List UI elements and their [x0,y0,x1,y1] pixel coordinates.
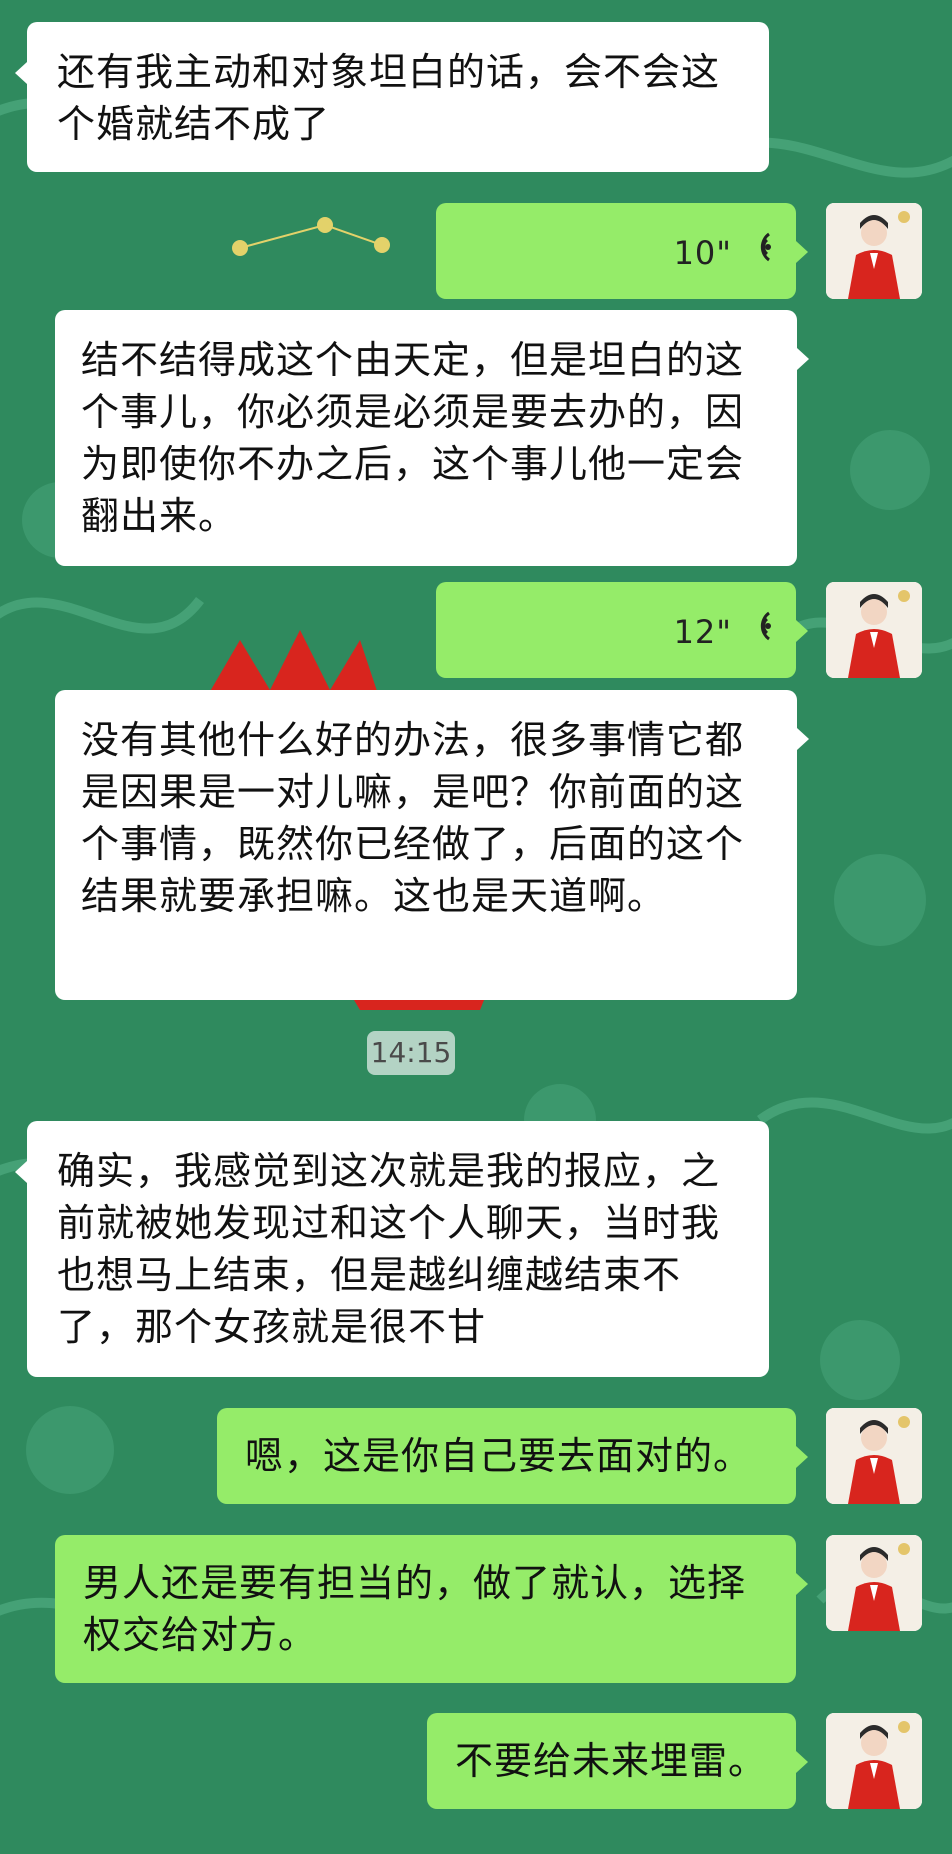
voice-message-bubble[interactable]: 10" [436,203,808,299]
message-text: 结不结得成这个由天定，但是坦白的这个事儿，你必须是必须是要去办的，因为即使你不办… [81,338,745,538]
avatar-portrait-icon [826,582,922,678]
avatar[interactable] [826,203,922,299]
voice-wave-icon [760,611,771,641]
avatar[interactable] [826,1535,922,1631]
message-bubble-outgoing: 没有其他什么好的办法，很多事情它都是因果是一对儿嘛，是吧？你前面的这个事情，既然… [55,690,809,1000]
message-bubble-outgoing: 结不结得成这个由天定，但是坦白的这个事儿，你必须是必须是要去办的，因为即使你不办… [55,310,809,566]
message-text: 嗯，这是你自己要去面对的。 [245,1434,753,1478]
message-text: 男人还是要有担当的，做了就认，选择权交给对方。 [83,1561,747,1657]
voice-duration: 12" [673,613,732,651]
avatar[interactable] [826,1408,922,1504]
voice-wave-icon [760,232,771,262]
message-bubble-outgoing: 男人还是要有担当的，做了就认，选择权交给对方。 [55,1535,808,1683]
voice-message-bubble[interactable]: 12" [436,582,808,678]
message-timestamp: 14:15 [367,1031,455,1075]
avatar-portrait-icon [826,1408,922,1504]
message-bubble-outgoing: 不要给未来埋雷。 [427,1713,808,1809]
avatar[interactable] [826,1713,922,1809]
message-text: 确实，我感觉到这次就是我的报应，之前就被她发现过和这个人聊天，当时我也想马上结束… [57,1149,721,1349]
message-text: 不要给未来埋雷。 [455,1739,768,1783]
message-text: 没有其他什么好的办法，很多事情它都是因果是一对儿嘛，是吧？你前面的这个事情，既然… [81,718,745,918]
avatar-portrait-icon [826,1713,922,1809]
message-bubble-incoming: 确实，我感觉到这次就是我的报应，之前就被她发现过和这个人聊天，当时我也想马上结束… [15,1121,769,1377]
avatar[interactable] [826,582,922,678]
message-bubble-outgoing: 嗯，这是你自己要去面对的。 [217,1408,808,1504]
voice-duration: 10" [673,234,732,272]
avatar-portrait-icon [826,1535,922,1631]
message-bubble-incoming: 还有我主动和对象坦白的话，会不会这个婚就结不成了 [15,22,769,172]
message-text: 还有我主动和对象坦白的话，会不会这个婚就结不成了 [57,50,721,146]
avatar-portrait-icon [826,203,922,299]
